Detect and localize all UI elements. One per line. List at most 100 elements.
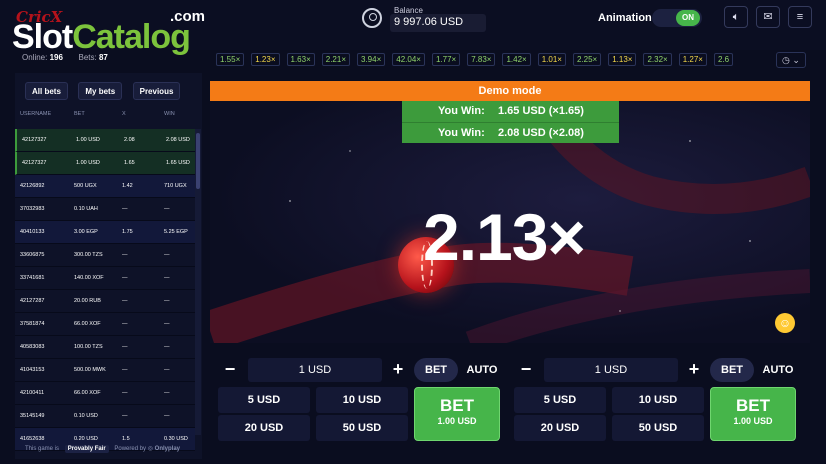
history-multiplier: 2.6 [713, 53, 734, 66]
bet-cell-user: 37032983 [20, 206, 45, 212]
quick-bet-10[interactable]: 10 USD [316, 387, 408, 413]
bets-panel: All bets My bets Previous USERNAME BET X… [15, 73, 202, 459]
mode-bet-tab[interactable]: BET [414, 358, 458, 382]
bet-button-label: BET [736, 396, 770, 415]
bet-row: 37032983 0.10 UAH — — [15, 198, 195, 221]
bet-cell-win: — [164, 344, 170, 350]
win-label: You Win: [438, 127, 485, 139]
menu-button[interactable]: ≡ [788, 6, 812, 28]
bet-cell-bet: 300.00 TZS [74, 252, 103, 258]
demo-mode-banner: Demo mode [210, 81, 810, 101]
decrease-bet-button[interactable]: − [514, 358, 538, 382]
quick-bet-5[interactable]: 5 USD [218, 387, 310, 413]
bet-cell-x: — [122, 298, 128, 304]
quick-bet-10[interactable]: 10 USD [612, 387, 704, 413]
quick-bet-20[interactable]: 20 USD [218, 415, 310, 441]
bet-button-label: BET [440, 396, 474, 415]
bet-cell-bet: 0.10 USD [74, 413, 98, 419]
bet-cell-win: — [164, 298, 170, 304]
decrease-bet-button[interactable]: − [218, 358, 242, 382]
quick-bet-50[interactable]: 50 USD [612, 415, 704, 441]
multiplier-history: 1.55× 1.23× 1.63× 2.21× 3.94× 42.04× 1.77× 7.83… [216, 53, 776, 67]
increase-bet-button[interactable]: + [386, 358, 410, 382]
mode-auto-tab[interactable]: AUTO [462, 358, 502, 382]
history-clock-icon: ◷ ⌄ [782, 55, 800, 65]
bet-cell-bet: 1.00 USD [76, 160, 100, 166]
animation-toggle[interactable]: ON [652, 9, 702, 27]
logo: CricX SlotCatalog .com [10, 6, 210, 57]
bet-amount-input[interactable]: 1 USD [248, 358, 382, 382]
history-multiplier: 2.25× [572, 53, 602, 66]
history-multiplier: 3.94× [357, 53, 386, 66]
bet-cell-win: 710 UGX [164, 183, 187, 189]
place-bet-button[interactable]: BET 1.00 USD [710, 387, 796, 441]
bet-row: 40410133 3.00 EGP 1.75 5.25 EGP [15, 221, 195, 244]
history-multiplier: 1.01× [537, 53, 566, 66]
history-multiplier: 1.27× [678, 53, 707, 66]
bet-cell-bet: 1.00 USD [76, 137, 100, 143]
bet-cell-win: — [164, 413, 170, 419]
footer-prefix: This game is [25, 446, 60, 452]
logo-wordmark: SlotCatalog [12, 18, 191, 57]
win-label: You Win: [438, 105, 485, 117]
history-multiplier: 1.42× [502, 53, 531, 66]
online-count: 196 [49, 53, 63, 62]
user-icon[interactable] [362, 8, 382, 28]
bet-cell-user: 42127327 [22, 137, 47, 143]
win-notification: You Win: 1.65 USD (×1.65) [402, 101, 619, 122]
chat-button[interactable]: ✉︎ [756, 6, 780, 28]
bet-cell-win: — [164, 206, 170, 212]
bets-count-label: Bets: [78, 53, 97, 62]
bets-count: 87 [98, 53, 108, 62]
quick-bet-5[interactable]: 5 USD [514, 387, 606, 413]
bet-cell-win: — [164, 390, 170, 396]
online-stats: Online: 196 Bets: 87 [22, 53, 108, 62]
win-amount: 2.08 USD (×2.08) [498, 127, 584, 139]
bet-mode-toggle: BET AUTO [414, 358, 504, 382]
tab-all-bets[interactable]: All bets [25, 82, 68, 100]
mode-auto-tab[interactable]: AUTO [758, 358, 798, 382]
bet-cell-x: — [122, 390, 128, 396]
bets-tabs: All bets My bets Previous [25, 81, 186, 101]
bet-cell-win: — [164, 367, 170, 373]
bet-panel-right: − 1 USD + BET AUTO 5 USD 10 USD 20 USD 5… [514, 352, 804, 444]
bet-cell-x: 1.65 [124, 160, 135, 166]
bet-cell-user: 42126892 [20, 183, 45, 189]
provably-fair-button[interactable]: Provably Fair [64, 445, 109, 453]
bet-cell-bet: 100.00 TZS [74, 344, 103, 350]
bet-cell-bet: 20.00 RUB [74, 298, 101, 304]
history-multiplier: 7.83× [467, 53, 496, 66]
history-button[interactable]: ◷ ⌄ [776, 52, 806, 68]
increase-bet-button[interactable]: + [682, 358, 706, 382]
bet-cell-win: 5.25 EGP [164, 229, 188, 235]
history-multiplier: 1.77× [431, 53, 461, 66]
bet-amount-input[interactable]: 1 USD [544, 358, 678, 382]
balance-value: 9 997.06 USD [390, 14, 486, 32]
quick-bet-50[interactable]: 50 USD [316, 415, 408, 441]
emoji-button[interactable]: ☺︎ [775, 313, 795, 333]
col-username: USERNAME [20, 111, 52, 117]
logo-slot-text: Slot [12, 18, 73, 56]
history-multiplier: 1.63× [286, 53, 315, 66]
bet-cell-x: 2.08 [124, 137, 135, 143]
tab-previous[interactable]: Previous [132, 82, 181, 100]
tab-my-bets[interactable]: My bets [78, 82, 123, 100]
scrollbar-thumb[interactable] [196, 133, 200, 189]
win-notification: You Win: 2.08 USD (×2.08) [402, 122, 619, 143]
bet-row: 35145149 0.10 USD — — [15, 405, 195, 428]
bet-cell-x: — [122, 321, 128, 327]
place-bet-button[interactable]: BET 1.00 USD [414, 387, 500, 441]
bet-row: 42127327 1.00 USD 2.08 2.08 USD [15, 129, 195, 152]
quick-bet-20[interactable]: 20 USD [514, 415, 606, 441]
animation-label: Animation [598, 12, 652, 24]
bet-cell-user: 42100411 [20, 390, 45, 396]
bet-cell-x: 1.42 [122, 183, 133, 189]
bet-cell-x: — [122, 275, 128, 281]
bet-cell-user: 33741681 [20, 275, 45, 281]
bet-cell-bet: 500 UGX [74, 183, 97, 189]
bets-scrollbar[interactable] [195, 129, 201, 435]
sound-button[interactable]: 🔈︎ [724, 6, 748, 28]
bet-cell-user: 33606875 [20, 252, 45, 258]
mode-bet-tab[interactable]: BET [710, 358, 754, 382]
bet-panel-left: − 1 USD + BET AUTO 5 USD 10 USD 20 USD 5… [218, 352, 508, 444]
